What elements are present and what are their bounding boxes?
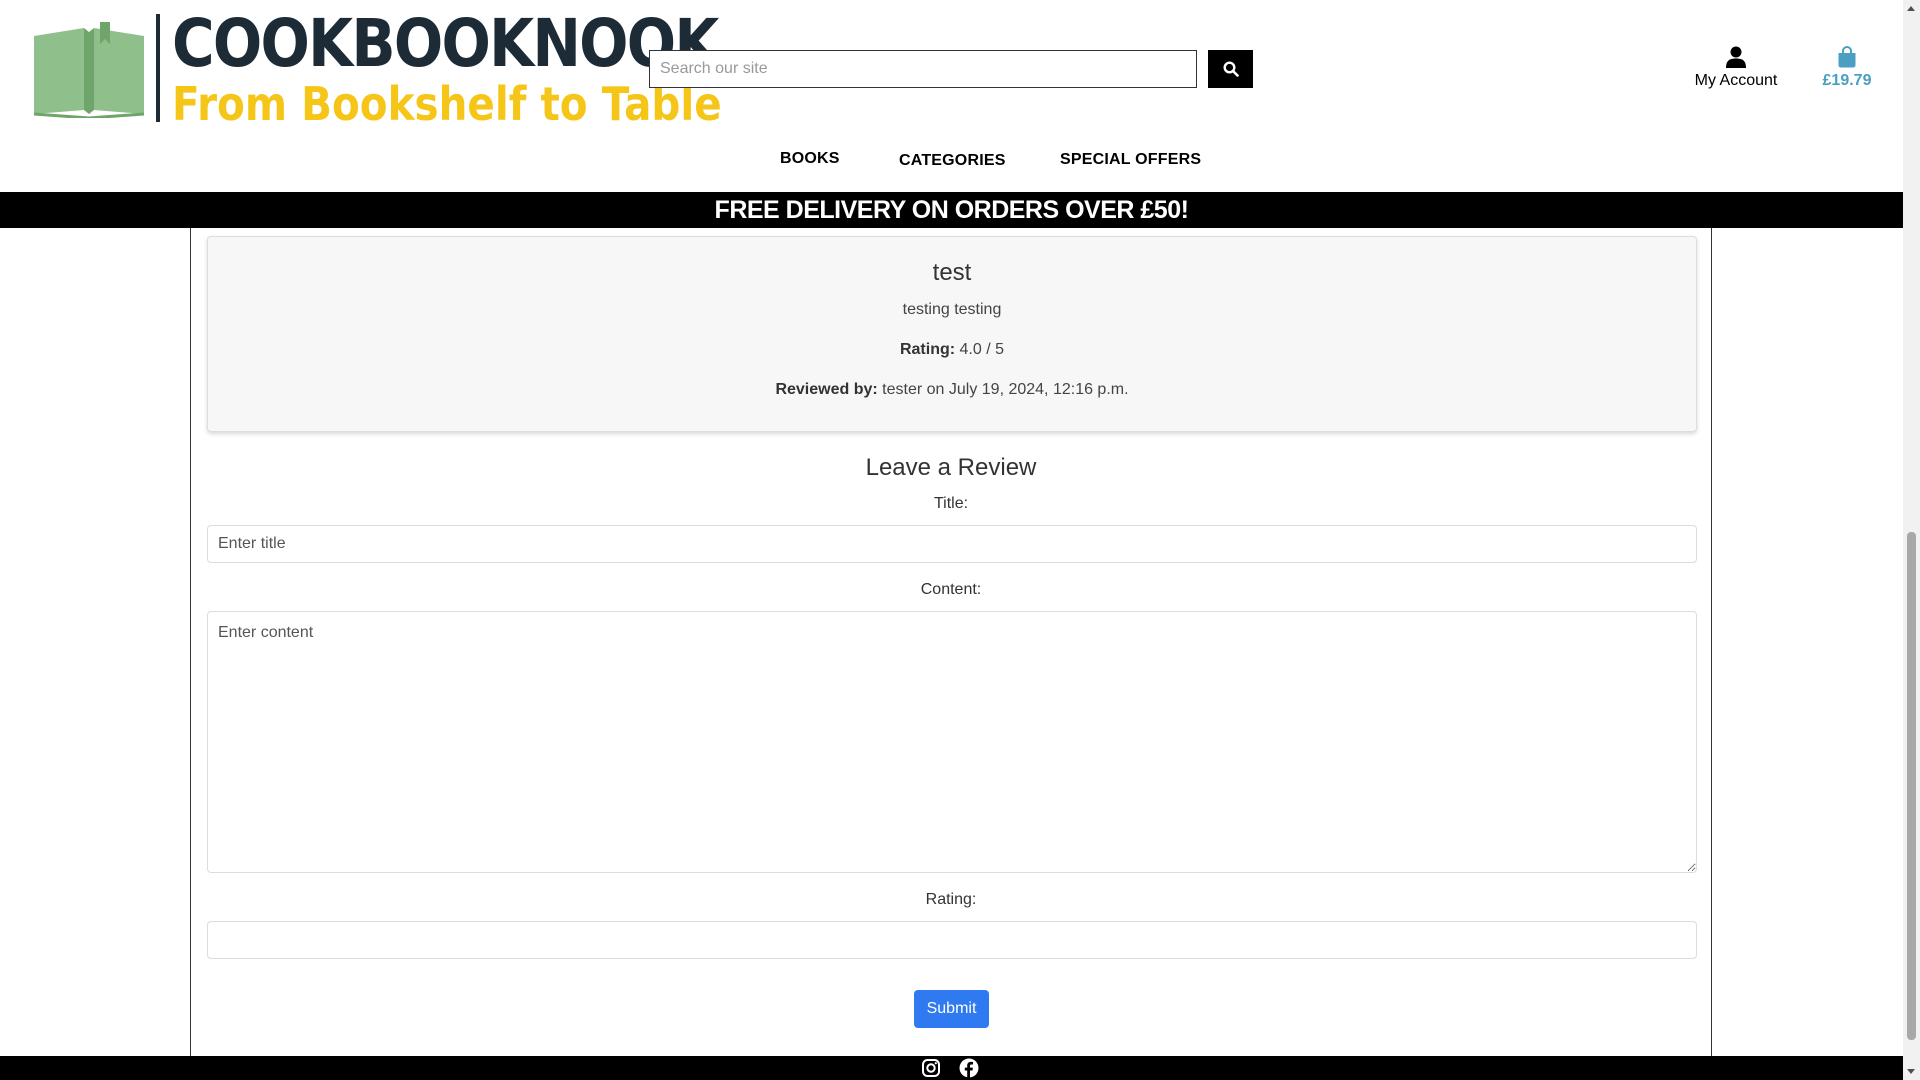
search-button[interactable] [1208,50,1253,88]
my-account-link[interactable]: My Account [1690,46,1782,90]
review-card: test testing testing Rating: 4.0 / 5 Rev… [207,236,1697,432]
delivery-banner: FREE DELIVERY ON ORDERS OVER £50! [0,192,1903,228]
site-header: COOKBOOKNOOK From Bookshelf to Table My … [0,0,1903,192]
review-author: Reviewed by: tester on July 19, 2024, 12… [208,381,1696,399]
site-footer [0,1056,1903,1080]
review-rating-value: 4.0 / 5 [959,341,1005,358]
search-input[interactable] [649,50,1197,88]
open-book-icon [33,22,145,118]
scrollbar-thumb[interactable] [1907,532,1916,1040]
review-title: test [932,259,972,286]
cart-total: £19.79 [1822,72,1872,89]
rating-field-label: Rating: [925,891,977,908]
logo-divider [156,14,160,122]
logo-brand: COOKBOOKNOOK [172,5,719,82]
instagram-icon[interactable] [921,1058,941,1078]
logo-tagline: From Bookshelf to Table [172,77,722,131]
nav-item-books[interactable]: BOOKS [780,150,840,168]
submit-button[interactable]: Submit [914,990,989,1028]
review-title-input[interactable] [207,525,1697,563]
nav-item-special-offers[interactable]: SPECIAL OFFERS [1060,151,1201,169]
search-icon [1222,61,1239,77]
user-icon [1726,46,1746,68]
reviewed-by-label: Reviewed by: [775,381,878,398]
review-rating: Rating: 4.0 / 5 [208,341,1696,359]
scroll-up-arrow[interactable] [1907,6,1915,11]
review-content: testing testing [902,301,1002,318]
review-rating-label: Rating: [899,341,956,358]
review-content-textarea[interactable] [207,611,1697,873]
nav-item-categories[interactable]: CATEGORIES [899,152,1006,170]
page-scrollbar[interactable] [1903,0,1920,1080]
review-rating-input[interactable] [207,921,1697,959]
shopping-bag-icon [1838,46,1856,68]
reviewed-by-value: tester on July 19, 2024, 12:16 p.m. [882,381,1129,398]
shopping-bag-link[interactable]: £19.79 [1815,46,1879,90]
site-logo[interactable]: COOKBOOKNOOK From Bookshelf to Table [30,8,722,130]
title-field-label: Title: [933,495,969,512]
facebook-icon[interactable] [959,1058,979,1078]
my-account-label: My Account [1694,72,1778,89]
search-form [649,50,1253,88]
scroll-down-arrow[interactable] [1907,1069,1915,1074]
main-content: test testing testing Rating: 4.0 / 5 Rev… [190,228,1712,1056]
content-field-label: Content: [920,581,982,598]
review-form-heading: Leave a Review [865,454,1037,481]
